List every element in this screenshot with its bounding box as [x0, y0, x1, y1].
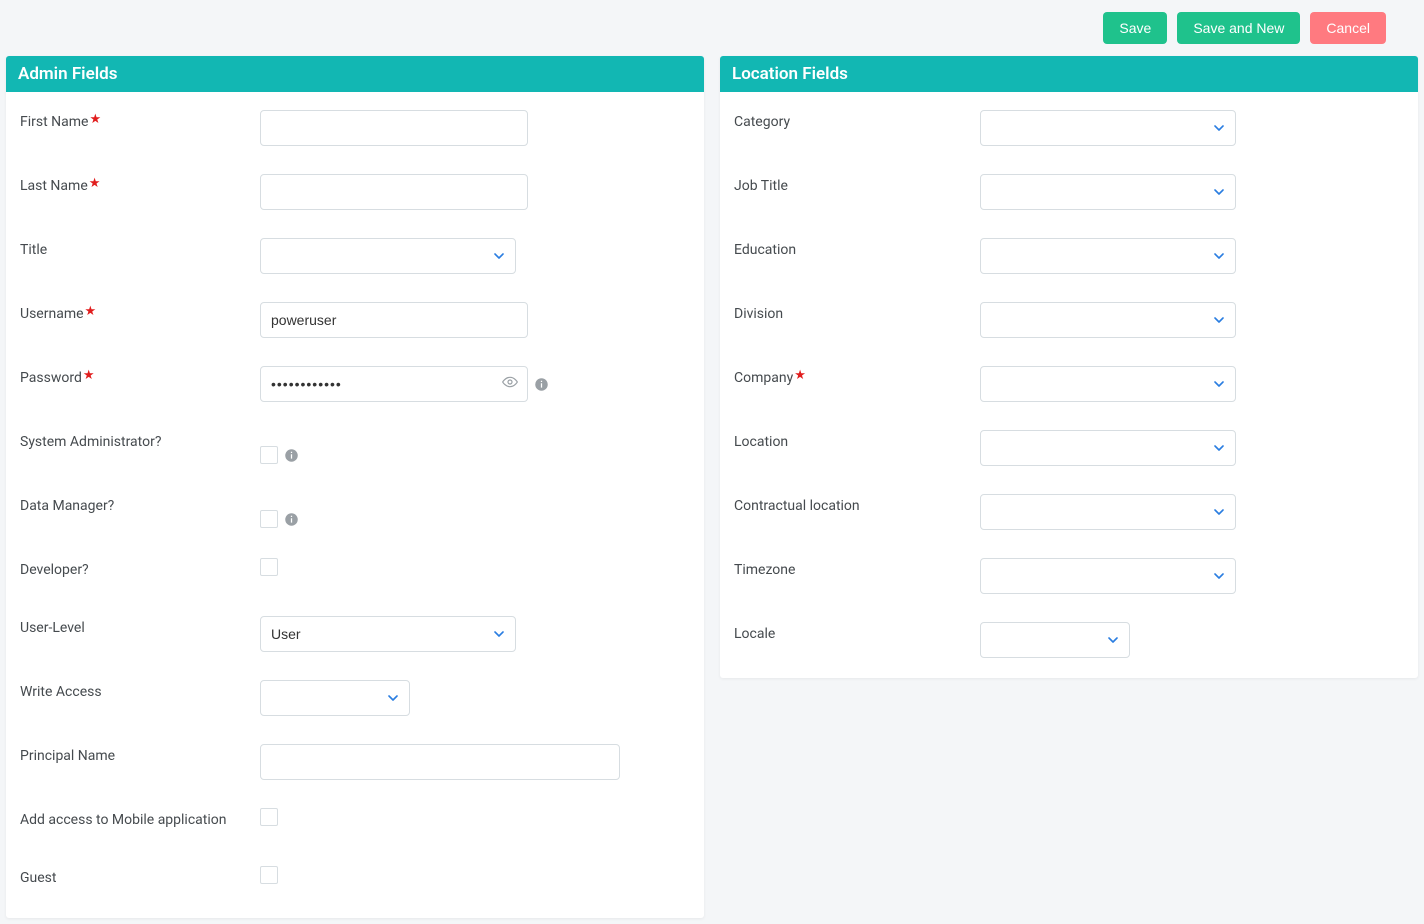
first-name-row: First Name★ [20, 110, 690, 148]
user-level-row: User-Level User [20, 616, 690, 654]
education-row: Education [734, 238, 1404, 276]
admin-panel-title: Admin Fields [6, 56, 704, 92]
job-title-label: Job Title [734, 174, 980, 194]
contractual-select[interactable] [980, 494, 1236, 530]
last-name-label: Last Name★ [20, 174, 260, 194]
required-star-icon: ★ [89, 112, 101, 127]
user-level-select[interactable]: User [260, 616, 516, 652]
sys-admin-checkbox[interactable] [260, 446, 278, 464]
data-mgr-row: Data Manager? [20, 494, 690, 532]
write-access-row: Write Access [20, 680, 690, 718]
password-input[interactable] [260, 366, 528, 402]
division-row: Division [734, 302, 1404, 340]
admin-panel-body: First Name★ Last Name★ Title Username★ [6, 92, 704, 918]
developer-checkbox[interactable] [260, 558, 278, 576]
action-toolbar: Save Save and New Cancel [0, 0, 1424, 56]
job-title-select[interactable] [980, 174, 1236, 210]
timezone-label: Timezone [734, 558, 980, 578]
required-star-icon: ★ [794, 368, 806, 383]
location-select[interactable] [980, 430, 1236, 466]
last-name-input[interactable] [260, 174, 528, 210]
job-title-row: Job Title [734, 174, 1404, 212]
data-mgr-checkbox[interactable] [260, 510, 278, 528]
first-name-label: First Name★ [20, 110, 260, 130]
company-select[interactable] [980, 366, 1236, 402]
category-select[interactable] [980, 110, 1236, 146]
education-select[interactable] [980, 238, 1236, 274]
write-access-label: Write Access [20, 680, 260, 700]
required-star-icon: ★ [89, 176, 101, 191]
sys-admin-label: System Administrator? [20, 430, 260, 450]
principal-name-row: Principal Name [20, 744, 690, 782]
mobile-access-checkbox[interactable] [260, 808, 278, 826]
contractual-label: Contractual location [734, 494, 980, 514]
principal-name-label: Principal Name [20, 744, 260, 764]
info-icon [534, 377, 549, 392]
location-panel-body: Category Job Title Edu [720, 92, 1418, 678]
password-row: Password★ [20, 366, 690, 404]
location-panel-title: Location Fields [720, 56, 1418, 92]
education-label: Education [734, 238, 980, 258]
title-label: Title [20, 238, 260, 258]
title-select[interactable] [260, 238, 516, 274]
required-star-icon: ★ [83, 368, 95, 383]
division-label: Division [734, 302, 980, 322]
category-label: Category [734, 110, 980, 130]
principal-name-input[interactable] [260, 744, 620, 780]
save-and-new-button[interactable]: Save and New [1177, 12, 1300, 44]
locale-label: Locale [734, 622, 980, 642]
username-row: Username★ [20, 302, 690, 340]
guest-checkbox[interactable] [260, 866, 278, 884]
category-row: Category [734, 110, 1404, 148]
write-access-select[interactable] [260, 680, 410, 716]
timezone-select[interactable] [980, 558, 1236, 594]
mobile-access-row: Add access to Mobile application [20, 808, 690, 846]
user-level-label: User-Level [20, 616, 260, 636]
admin-fields-panel: Admin Fields First Name★ Last Name★ Titl… [6, 56, 704, 918]
username-input[interactable] [260, 302, 528, 338]
division-select[interactable] [980, 302, 1236, 338]
developer-row: Developer? [20, 558, 690, 596]
cancel-button[interactable]: Cancel [1310, 12, 1386, 44]
guest-label: Guest [20, 866, 260, 886]
first-name-input[interactable] [260, 110, 528, 146]
username-label: Username★ [20, 302, 260, 322]
timezone-row: Timezone [734, 558, 1404, 596]
location-fields-panel: Location Fields Category Job Title [720, 56, 1418, 678]
locale-row: Locale [734, 622, 1404, 660]
location-row: Location [734, 430, 1404, 468]
locale-select[interactable] [980, 622, 1130, 658]
company-label: Company★ [734, 366, 980, 386]
info-icon [284, 448, 299, 463]
mobile-access-label: Add access to Mobile application [20, 808, 260, 828]
developer-label: Developer? [20, 558, 260, 578]
location-label: Location [734, 430, 980, 450]
company-row: Company★ [734, 366, 1404, 404]
data-mgr-label: Data Manager? [20, 494, 260, 514]
required-star-icon: ★ [85, 304, 97, 319]
guest-row: Guest [20, 866, 690, 904]
save-button[interactable]: Save [1103, 12, 1167, 44]
eye-icon[interactable] [502, 374, 518, 394]
info-icon [284, 512, 299, 527]
last-name-row: Last Name★ [20, 174, 690, 212]
password-label: Password★ [20, 366, 260, 386]
title-row: Title [20, 238, 690, 276]
sys-admin-row: System Administrator? [20, 430, 690, 468]
contractual-row: Contractual location [734, 494, 1404, 532]
